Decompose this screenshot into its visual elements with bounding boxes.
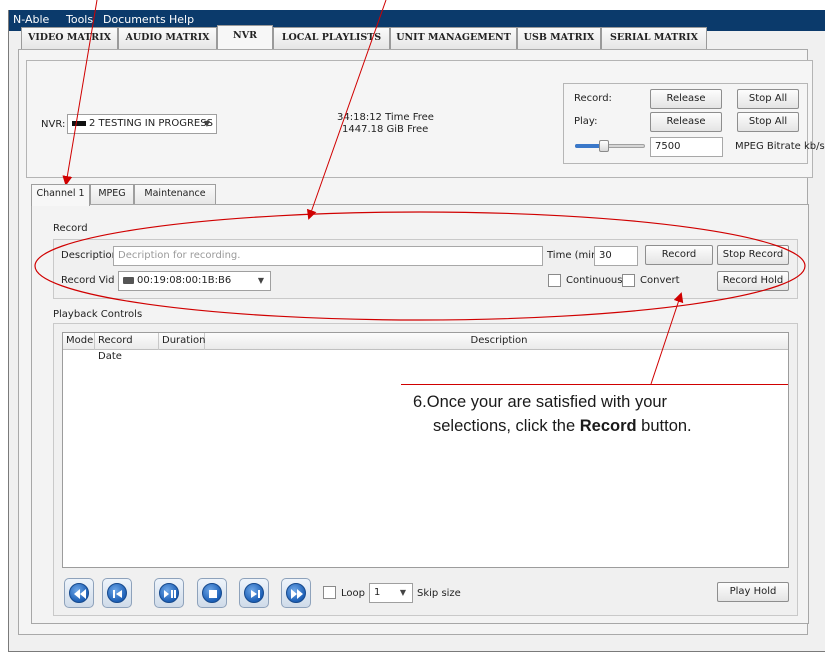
record-hold-button[interactable]: Record Hold	[717, 271, 789, 291]
callout-line1: Once your are satisfied with your	[426, 393, 668, 411]
chevron-down-icon: ▼	[399, 588, 406, 597]
callout-line2-prefix: selections, click the	[433, 417, 580, 435]
play-pause-button[interactable]	[154, 578, 184, 608]
column-description[interactable]: Description	[205, 333, 790, 350]
record-group-title: Record	[53, 223, 88, 234]
time-input[interactable]: 30	[594, 246, 638, 266]
camera-icon	[123, 276, 134, 284]
recordings-table[interactable]: Mode Record Date Duration Description	[62, 332, 789, 568]
menu-tools[interactable]: Tools	[66, 13, 93, 26]
play-hold-button[interactable]: Play Hold	[717, 582, 789, 602]
step-back-button[interactable]	[102, 578, 132, 608]
column-record-date[interactable]: Record Date	[95, 333, 159, 362]
tab-serial-matrix[interactable]: SERIAL MATRIX	[601, 27, 707, 49]
stop-button[interactable]	[197, 578, 227, 608]
play-control-label: Play:	[574, 116, 598, 127]
nvr-label: NVR:	[41, 119, 66, 130]
loop-checkbox[interactable]	[323, 586, 336, 599]
play-release-button[interactable]: Release	[650, 112, 722, 132]
chevron-down-icon: ▼	[203, 119, 210, 128]
tab-channel-1[interactable]: Channel 1	[31, 184, 90, 206]
record-vid-value: 00:19:08:00:1B:B6	[137, 275, 232, 286]
tab-maintenance[interactable]: Maintenance	[134, 184, 216, 204]
record-control-label: Record:	[574, 93, 612, 104]
tab-mpeg[interactable]: MPEG	[90, 184, 134, 204]
continuous-label: Continuous	[566, 275, 623, 286]
tab-video-matrix[interactable]: VIDEO MATRIX	[21, 27, 118, 49]
column-duration[interactable]: Duration	[159, 333, 205, 350]
tab-nvr[interactable]: NVR	[217, 25, 273, 49]
callout-underline	[401, 384, 788, 385]
description-label: Description	[61, 250, 118, 261]
chevron-down-icon: ▼	[257, 276, 264, 285]
column-mode[interactable]: Mode	[63, 333, 95, 350]
convert-label: Convert	[640, 275, 680, 286]
menu-help[interactable]: Help	[169, 13, 194, 26]
menu-documents[interactable]: Documents	[103, 13, 166, 26]
callout-record-word: Record	[579, 417, 637, 435]
record-vid-label: Record Vid 1	[61, 275, 125, 286]
stop-record-button[interactable]: Stop Record	[717, 245, 789, 265]
skip-size-label: Skip size	[417, 588, 461, 599]
play-stop-all-button[interactable]: Stop All	[737, 112, 799, 132]
loop-label: Loop	[341, 588, 365, 599]
playback-group-title: Playback Controls	[53, 309, 143, 320]
device-icon	[72, 120, 86, 126]
step-forward-button[interactable]	[239, 578, 269, 608]
rewind-button[interactable]	[64, 578, 94, 608]
callout-line2-suffix: button.	[636, 417, 692, 435]
callout-step-number: 6.	[413, 393, 427, 411]
bitrate-slider[interactable]	[575, 140, 645, 152]
menu-nable[interactable]: N-Able	[13, 13, 49, 26]
nvr-select[interactable]: 2 TESTING IN PROGRESS ▼	[67, 114, 217, 134]
convert-checkbox[interactable]	[622, 274, 635, 287]
fast-forward-button[interactable]	[281, 578, 311, 608]
record-release-button[interactable]: Release	[650, 89, 722, 109]
nvr-select-value: 2 TESTING IN PROGRESS	[89, 118, 213, 129]
bitrate-unit-label: MPEG Bitrate kb/s	[735, 141, 825, 152]
tab-unit-management[interactable]: UNIT MANAGEMENT	[390, 27, 517, 49]
tab-local-playlists[interactable]: LOCAL PLAYLISTS	[273, 27, 390, 49]
skip-size-value: 1	[374, 587, 381, 598]
description-input[interactable]: Decription for recording.	[113, 246, 543, 266]
record-vid-select[interactable]: 00:19:08:00:1B:B6 ▼	[118, 271, 271, 291]
tab-usb-matrix[interactable]: USB MATRIX	[517, 27, 601, 49]
record-stop-all-button[interactable]: Stop All	[737, 89, 799, 109]
slider-thumb[interactable]	[599, 140, 609, 152]
instruction-callout: 6.Once your are satisfied with your sele…	[413, 390, 793, 438]
table-header: Mode Record Date Duration Description	[63, 333, 790, 362]
skip-size-select[interactable]: 1 ▼	[369, 583, 413, 603]
bitrate-input[interactable]: 7500	[650, 137, 723, 157]
time-free-text: 34:18:12 Time Free	[337, 112, 434, 123]
disk-free-text: 1447.18 GiB Free	[342, 124, 429, 135]
record-button[interactable]: Record	[645, 245, 713, 265]
continuous-checkbox[interactable]	[548, 274, 561, 287]
tab-audio-matrix[interactable]: AUDIO MATRIX	[118, 27, 217, 49]
